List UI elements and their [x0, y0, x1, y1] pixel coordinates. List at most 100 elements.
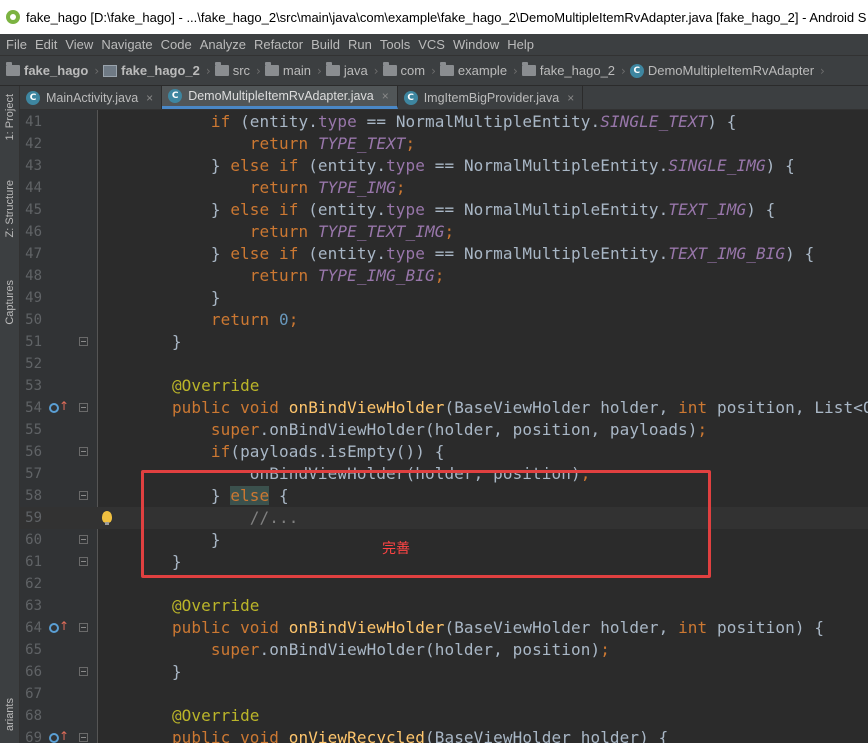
code-line[interactable]: 63 @Override	[20, 595, 868, 617]
line-number: 63	[25, 598, 42, 614]
line-number: 47	[25, 246, 42, 262]
code-line[interactable]: 68 @Override	[20, 705, 868, 727]
chevron-right-icon: ›	[621, 63, 626, 78]
arrow-up-icon: ↑	[59, 729, 70, 743]
menu-tools[interactable]: Tools	[376, 34, 414, 56]
menu-help[interactable]: Help	[503, 34, 538, 56]
breadcrumb-item[interactable]: java	[325, 62, 368, 78]
code-line[interactable]: 46 return TYPE_TEXT_IMG;	[20, 221, 868, 243]
code-line[interactable]: 41 if (entity.type == NormalMultipleEnti…	[20, 111, 868, 133]
lightbulb-icon[interactable]	[102, 511, 112, 525]
captures-tool-label: Captures	[4, 280, 16, 325]
code-editor[interactable]: 41 if (entity.type == NormalMultipleEnti…	[20, 110, 868, 743]
fold-toggle-icon[interactable]	[79, 623, 88, 632]
close-icon[interactable]: ×	[146, 91, 153, 105]
override-method-icon[interactable]	[49, 403, 59, 413]
line-number: 64	[25, 620, 42, 636]
code-text: public void onBindViewHolder(BaseViewHol…	[171, 618, 825, 637]
structure-tool-label: Z: Structure	[4, 180, 16, 238]
code-line[interactable]: 52	[20, 353, 868, 375]
project-tool-button[interactable]: 1: Project	[2, 94, 18, 140]
breadcrumb-item[interactable]: C DemoMultipleItemRvAdapter	[629, 63, 814, 78]
menu-refactor[interactable]: Refactor	[250, 34, 307, 56]
code-line[interactable]: 54 ↑ public void onBindViewHolder(BaseVie…	[20, 397, 868, 419]
line-number: 60	[25, 532, 42, 548]
fold-toggle-icon[interactable]	[79, 447, 88, 456]
code-line[interactable]: 50 return 0;	[20, 309, 868, 331]
close-icon[interactable]: ×	[382, 89, 389, 103]
close-icon[interactable]: ×	[567, 91, 574, 105]
editor-tab-bar: C MainActivity.java × C DemoMultipleItem…	[20, 86, 868, 110]
captures-tool-button[interactable]: Captures	[2, 280, 18, 325]
breadcrumb-item[interactable]: src	[214, 62, 251, 78]
class-icon: C	[403, 90, 418, 105]
code-line[interactable]: 47 } else if (entity.type == NormalMulti…	[20, 243, 868, 265]
fold-toggle-icon[interactable]	[79, 535, 88, 544]
menu-view[interactable]: View	[61, 34, 97, 56]
breadcrumb-label: com	[400, 63, 426, 78]
code-line[interactable]: 64 ↑ public void onBindViewHolder(BaseVie…	[20, 617, 868, 639]
line-number: 50	[25, 312, 42, 328]
menu-file[interactable]: File	[2, 34, 31, 56]
breadcrumb-item[interactable]: main	[264, 62, 311, 78]
build-variants-tool-button[interactable]: ariants	[2, 698, 18, 731]
code-line[interactable]: 42 return TYPE_TEXT;	[20, 133, 868, 155]
breadcrumb-label: src	[232, 63, 251, 78]
structure-tool-button[interactable]: Z: Structure	[2, 180, 18, 237]
fold-toggle-icon[interactable]	[79, 337, 88, 346]
project-tool-label: 1: Project	[4, 94, 16, 141]
window-title: fake_hago [D:\fake_hago] - ...\fake_hago…	[26, 9, 867, 25]
fold-toggle-icon[interactable]	[79, 403, 88, 412]
fold-toggle-icon[interactable]	[79, 491, 88, 500]
folder-icon	[6, 62, 20, 76]
code-line[interactable]: 45 } else if (entity.type == NormalMulti…	[20, 199, 868, 221]
tab-main-activity[interactable]: C MainActivity.java ×	[20, 86, 163, 109]
code-line[interactable]: 49 }	[20, 287, 868, 309]
override-method-icon[interactable]	[49, 623, 59, 633]
fold-toggle-icon[interactable]	[79, 667, 88, 676]
code-line[interactable]: 69 ↑ public void onViewRecycled(BaseViewH…	[20, 727, 868, 743]
menu-window[interactable]: Window	[449, 34, 503, 56]
code-line[interactable]: 44 return TYPE_IMG;	[20, 177, 868, 199]
code-text: }	[133, 288, 221, 307]
code-text: } else if (entity.type == NormalMultiple…	[133, 244, 815, 263]
menu-analyze[interactable]: Analyze	[196, 34, 250, 56]
line-number: 41	[25, 114, 42, 130]
line-number: 59	[25, 510, 42, 526]
menu-navigate[interactable]: Navigate	[97, 34, 156, 56]
code-line[interactable]: 67	[20, 683, 868, 705]
line-number: 51	[25, 334, 42, 350]
breadcrumb-item[interactable]: fake_hago_2	[103, 63, 200, 78]
menu-edit[interactable]: Edit	[31, 34, 61, 56]
menu-build[interactable]: Build	[307, 34, 344, 56]
tab-img-item-big-provider[interactable]: C ImgItemBigProvider.java ×	[398, 86, 584, 109]
chevron-right-icon: ›	[513, 63, 518, 78]
code-line[interactable]: 66 }	[20, 661, 868, 683]
tab-demo-multiple-item-rv-adapter[interactable]: C DemoMultipleItemRvAdapter.java ×	[162, 86, 398, 109]
code-line[interactable]: 51 }	[20, 331, 868, 353]
line-number: 49	[25, 290, 42, 306]
code-line[interactable]: 48 return TYPE_IMG_BIG;	[20, 265, 868, 287]
fold-toggle-icon[interactable]	[79, 733, 88, 742]
code-line[interactable]: 55 super.onBindViewHolder(holder, positi…	[20, 419, 868, 441]
annotation-highlight-box	[141, 470, 711, 578]
line-number: 67	[25, 686, 42, 702]
line-number: 56	[25, 444, 42, 460]
tab-label: DemoMultipleItemRvAdapter.java	[188, 89, 374, 103]
line-number: 42	[25, 136, 42, 152]
fold-toggle-icon[interactable]	[79, 557, 88, 566]
breadcrumb-item[interactable]: fake_hago_2	[521, 62, 615, 78]
line-number: 65	[25, 642, 42, 658]
code-line[interactable]: 53 @Override	[20, 375, 868, 397]
code-line[interactable]: 43 } else if (entity.type == NormalMulti…	[20, 155, 868, 177]
code-line[interactable]: 65 super.onBindViewHolder(holder, positi…	[20, 639, 868, 661]
menu-run[interactable]: Run	[344, 34, 376, 56]
menu-code[interactable]: Code	[157, 34, 196, 56]
override-method-icon[interactable]	[49, 733, 59, 743]
breadcrumb-item[interactable]: example	[439, 62, 507, 78]
menu-vcs[interactable]: VCS	[414, 34, 449, 56]
breadcrumb-item[interactable]: fake_hago	[6, 62, 88, 78]
line-number: 48	[25, 268, 42, 284]
code-line[interactable]: 56 if(payloads.isEmpty()) {	[20, 441, 868, 463]
breadcrumb-item[interactable]: com	[382, 62, 426, 78]
